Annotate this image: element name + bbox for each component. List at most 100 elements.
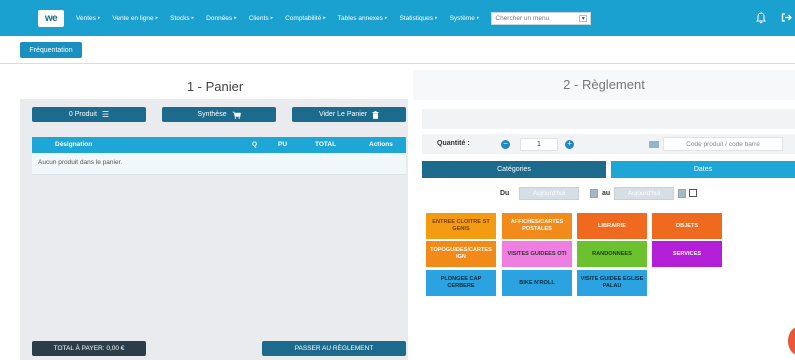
du-label: Du — [500, 190, 510, 197]
panier-title: 1 - Panier — [186, 79, 244, 94]
category-tile[interactable]: VISITES GUIDEES OTI — [502, 241, 572, 267]
date-from-input[interactable]: Aujourd'hui — [519, 187, 579, 200]
menu-item-clients[interactable]: Clients ▸ — [249, 15, 273, 22]
col-pu[interactable]: PU — [278, 141, 287, 148]
category-tile[interactable]: OBJETS — [652, 213, 722, 239]
date-checkbox[interactable] — [689, 189, 697, 197]
category-label: BIKE N'ROLL — [519, 279, 555, 286]
category-label: SERVICES — [672, 250, 702, 257]
caret-right-icon: ▸ — [270, 15, 274, 21]
app-logo[interactable]: we — [38, 9, 64, 27]
synthese-label: Synthèse — [197, 111, 227, 118]
caret-right-icon: ▸ — [191, 15, 195, 21]
category-label: ENTREE CLOITRE ST GENIS — [432, 219, 490, 232]
category-label: PLONGEE CAP CERBERE — [440, 276, 482, 289]
category-label: RANDONNEES — [592, 250, 632, 257]
reglement-strip — [422, 109, 795, 129]
category-tile[interactable]: ENTREE CLOITRE ST GENIS — [426, 213, 496, 239]
caret-right-icon: ▸ — [234, 15, 237, 21]
caret-right-icon: ▸ — [476, 15, 480, 21]
col-actions: Actions — [369, 141, 393, 148]
category-label: LIBRAIRIE — [598, 222, 626, 229]
barcode-icon — [649, 141, 659, 148]
menu-item-ventes[interactable]: Ventes ▸ — [76, 15, 100, 22]
synthese-button[interactable]: Synthèse — [162, 107, 276, 122]
col-designation[interactable]: Désignation — [55, 141, 92, 148]
panier-table-header: Désignation Q PU TOTAL Actions — [32, 137, 406, 153]
logout-icon[interactable] — [781, 12, 792, 23]
produits-button[interactable]: 0 Produit ☰ — [32, 107, 146, 122]
category-label: TOPOGUIDES/CARTES IGN — [430, 247, 492, 260]
quantite-label: Quantité : — [437, 140, 470, 147]
menu-item-tables-annexes[interactable]: Tables annexes ▸ — [338, 15, 388, 22]
tab-categories[interactable]: Catégories — [422, 161, 606, 178]
menu-label: Stocks — [170, 14, 190, 22]
category-tile[interactable]: TOPOGUIDES/CARTES IGN — [426, 241, 496, 267]
category-tile[interactable]: AFFICHES/CARTES POSTALES — [502, 213, 572, 239]
caret-right-icon: ▸ — [97, 15, 101, 21]
category-label: VISITE GUIDEE EGLISE PALAU — [580, 276, 644, 289]
code-produit-input[interactable]: Code produit / code barre — [663, 137, 783, 151]
calendar-icon[interactable] — [678, 189, 686, 198]
menu-item-stocks[interactable]: Stocks ▸ — [170, 15, 194, 22]
menu-search-placeholder: Chercher un menu — [495, 14, 550, 22]
empty-cart-message: Aucun produit dans le panier. — [32, 153, 406, 175]
date-filter-row: Du Aujourd'hui au Aujourd'hui — [422, 186, 795, 202]
category-tile[interactable]: BIKE N'ROLL — [502, 270, 572, 296]
help-bubble[interactable] — [788, 327, 795, 355]
menu-label: Tables annexes — [337, 14, 383, 22]
frequentation-button[interactable]: Fréquentation — [20, 42, 82, 58]
bell-icon[interactable] — [756, 12, 766, 24]
menu-label: Données — [206, 14, 233, 22]
calendar-icon[interactable] — [590, 189, 598, 198]
reglement-title[interactable]: 2 - Règlement — [413, 70, 795, 100]
caret-right-icon: ▸ — [435, 15, 438, 21]
category-tile[interactable]: VISITE GUIDEE EGLISE PALAU — [577, 270, 647, 296]
category-tile[interactable]: PLONGEE CAP CERBERE — [426, 270, 496, 296]
menu-item-systeme[interactable]: Système ▸ — [450, 15, 480, 22]
menu-label: Ventes — [76, 14, 96, 22]
category-tile[interactable]: SERVICES — [652, 241, 722, 267]
vider-panier-button[interactable]: Vider Le Panier — [292, 107, 406, 122]
main-menu: Ventes ▸ Vente en ligne ▸ Stocks ▸ Données ▸… — [76, 11, 592, 25]
date-to-input[interactable]: Aujourd'hui — [614, 187, 674, 200]
passer-reglement-button[interactable]: PASSER AU RÈGLEMENT — [262, 341, 406, 356]
category-label: VISITES GUIDEES OTI — [507, 250, 567, 257]
caret-right-icon: ▸ — [323, 15, 326, 21]
produits-label: 0 Produit — [68, 111, 97, 118]
total-a-payer: TOTAL À PAYER: 0,00 € — [32, 341, 146, 356]
minus-icon[interactable]: − — [501, 140, 510, 149]
col-q[interactable]: Q — [252, 141, 257, 148]
app-window: we Ventes ▸ Vente en ligne ▸ Stocks ▸ Donné… — [0, 0, 795, 360]
quantite-input[interactable]: 1 — [520, 138, 558, 151]
col-total[interactable]: TOTAL — [315, 141, 336, 148]
menu-label: Vente en ligne — [112, 14, 154, 22]
cart-icon — [232, 111, 241, 119]
au-label: au — [602, 190, 611, 197]
trash-icon — [372, 110, 379, 119]
category-label: AFFICHES/CARTES POSTALES — [510, 219, 564, 232]
caret-right-icon: ▸ — [155, 15, 159, 21]
caret-right-icon: ▸ — [384, 15, 388, 21]
menu-item-vente-en-ligne[interactable]: Vente en ligne ▸ — [112, 15, 158, 22]
category-tile[interactable]: LIBRAIRIE — [577, 213, 647, 239]
category-label: OBJETS — [675, 222, 699, 229]
menu-label: Clients — [248, 14, 269, 22]
menu-label: Système — [449, 14, 475, 22]
menu-item-donnees[interactable]: Données ▸ — [206, 15, 237, 22]
quantite-row: Quantité : − 1 + Code produit / code bar… — [422, 134, 795, 154]
header-divider — [0, 63, 795, 64]
menu-label: Statistiques — [399, 14, 434, 22]
category-tile[interactable]: RANDONNEES — [577, 241, 647, 267]
panier-table-body — [32, 175, 406, 337]
menu-item-comptabilite[interactable]: Comptabilité ▸ — [285, 15, 326, 22]
tab-dates[interactable]: Dates — [611, 161, 795, 178]
chevron-down-icon: ▾ — [579, 14, 588, 22]
list-icon: ☰ — [101, 110, 110, 119]
menu-search-select[interactable]: Chercher un menu ▾ — [491, 11, 592, 25]
plus-icon[interactable]: + — [565, 140, 574, 149]
menu-label: Comptabilité — [285, 14, 322, 22]
menu-item-statistiques[interactable]: Statistiques ▸ — [399, 15, 437, 22]
vider-label: Vider Le Panier — [318, 111, 368, 118]
top-navbar: we Ventes ▸ Vente en ligne ▸ Stocks ▸ Donné… — [0, 0, 795, 36]
